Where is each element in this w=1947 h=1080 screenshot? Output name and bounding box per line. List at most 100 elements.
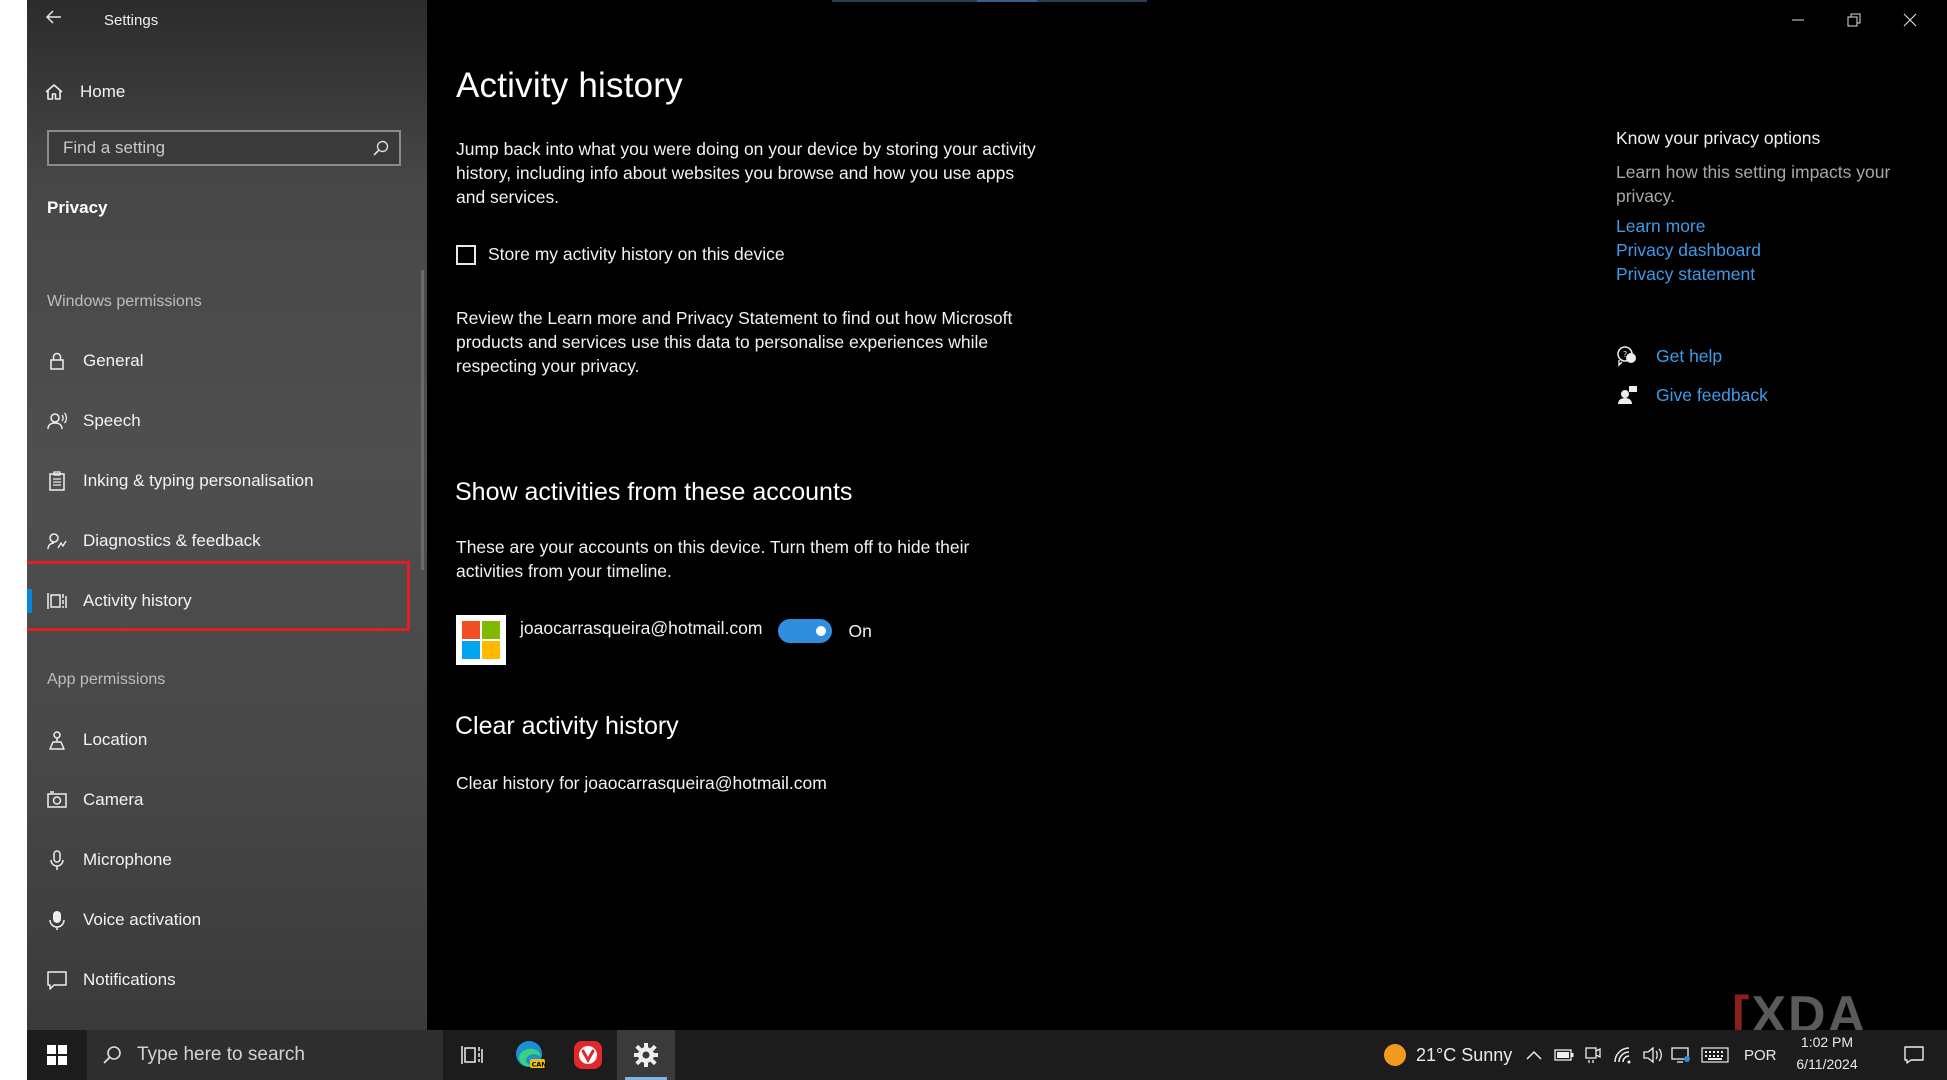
settings-window: Settings Home Privacy Windows permission…	[27, 0, 1947, 1080]
action-center-icon[interactable]	[1903, 1044, 1925, 1066]
close-icon	[1903, 13, 1917, 27]
section-title-privacy: Privacy	[47, 198, 108, 217]
sidebar-item-label: Microphone	[83, 850, 172, 869]
learn-more-link[interactable]: Learn more	[1616, 216, 1706, 237]
sidebar-item-label: Notifications	[83, 970, 176, 989]
restore-button[interactable]	[1834, 6, 1874, 34]
get-help-link[interactable]: ? Get help	[1616, 345, 1722, 367]
clock-date[interactable]: 6/11/2024	[1787, 1056, 1867, 1072]
minimize-icon	[1792, 19, 1804, 21]
input-language-indicator[interactable]: POR	[1744, 1030, 1777, 1080]
home-label: Home	[80, 82, 126, 101]
sidebar-item-label: Speech	[83, 411, 141, 430]
location-icon	[46, 729, 68, 751]
keyboard-icon[interactable]	[1700, 1044, 1730, 1066]
store-activity-checkbox[interactable]	[456, 244, 476, 265]
title-accent-right	[1037, 0, 1147, 2]
sidebar-item-notifications[interactable]: Notifications	[27, 956, 427, 1004]
vivaldi-browser-icon	[574, 1041, 602, 1069]
task-view-button[interactable]	[443, 1030, 501, 1080]
give-feedback-label: Give feedback	[1656, 384, 1768, 405]
sidebar: Settings Home Privacy Windows permission…	[27, 0, 427, 1030]
search-icon[interactable]	[371, 138, 391, 158]
chevron-up-icon[interactable]	[1523, 1044, 1545, 1066]
sidebar-item-label: Diagnostics & feedback	[83, 531, 261, 550]
sidebar-item-label: Location	[83, 730, 148, 749]
sidebar-item-inking-typing[interactable]: Inking & typing personalisation	[27, 457, 427, 505]
settings-taskbar-button[interactable]	[617, 1030, 675, 1080]
sidebar-item-label: Camera	[83, 790, 144, 809]
close-button[interactable]	[1890, 6, 1930, 34]
weather-text[interactable]: 21°C Sunny	[1416, 1030, 1512, 1080]
volume-icon[interactable]	[1641, 1044, 1663, 1066]
feedback-icon	[1616, 384, 1638, 406]
account-email: joaocarrasqueira@hotmail.com	[520, 618, 763, 638]
review-text: Review the Learn more and Privacy Statem…	[456, 308, 1013, 376]
find-setting-search[interactable]	[47, 130, 401, 166]
clock-time[interactable]: 1:02 PM	[1787, 1034, 1867, 1050]
display-icon[interactable]	[1670, 1044, 1692, 1066]
clear-history-heading: Clear activity history	[455, 712, 679, 740]
taskbar-search[interactable]	[87, 1030, 443, 1080]
edge-browser-icon: CAN	[516, 1041, 547, 1069]
intro-text: Jump back into what you were doing on yo…	[456, 139, 1036, 207]
windows-permissions-heading: Windows permissions	[47, 293, 202, 310]
clear-history-text: Clear history for joaocarrasqueira@hotma…	[456, 773, 827, 793]
sidebar-item-label: Inking & typing personalisation	[83, 471, 314, 490]
give-feedback-link[interactable]: Give feedback	[1616, 384, 1768, 406]
app-permissions-heading: App permissions	[47, 671, 166, 688]
toggle-state-label: On	[848, 621, 872, 641]
search-input[interactable]	[49, 132, 387, 164]
sidebar-item-label: Voice activation	[83, 910, 202, 929]
notifications-icon	[46, 969, 68, 991]
windows-logo-icon	[47, 1045, 67, 1065]
sidebar-item-voice-activation[interactable]: Voice activation	[27, 896, 427, 944]
store-activity-checkbox-row[interactable]: Store my activity history on this device	[456, 244, 785, 265]
svg-text:CAN: CAN	[532, 1061, 547, 1069]
voice-activation-icon	[46, 909, 68, 931]
account-activity-toggle[interactable]	[778, 619, 833, 643]
task-view-icon	[461, 1046, 483, 1064]
get-help-label: Get help	[1656, 345, 1723, 366]
title-accent-mid	[977, 0, 1037, 2]
sidebar-item-speech[interactable]: Speech	[27, 397, 427, 445]
edge-taskbar-button[interactable]: CAN	[501, 1030, 559, 1080]
sidebar-item-microphone[interactable]: Microphone	[27, 836, 427, 884]
microsoft-logo-icon	[456, 615, 506, 665]
microphone-icon	[46, 849, 68, 871]
taskbar-search-icon	[101, 1044, 123, 1066]
gear-icon	[634, 1043, 658, 1067]
vivaldi-taskbar-button[interactable]	[559, 1030, 617, 1080]
highlight-annotation-box	[27, 561, 410, 631]
sidebar-item-camera[interactable]: Camera	[27, 776, 427, 824]
sidebar-item-label: General	[83, 351, 144, 370]
sidebar-item-location[interactable]: Location	[27, 716, 427, 764]
account-row: joaocarrasqueira@hotmail.com On	[456, 615, 872, 665]
accounts-heading: Show activities from these accounts	[455, 478, 853, 506]
sidebar-item-home[interactable]: Home	[43, 78, 125, 106]
privacy-statement-link[interactable]: Privacy statement	[1616, 264, 1755, 285]
restore-icon	[1847, 13, 1861, 27]
taskbar: CAN 21°C Sunny	[27, 1030, 1947, 1080]
get-help-icon: ?	[1616, 345, 1638, 367]
start-button[interactable]	[27, 1030, 87, 1080]
battery-icon[interactable]	[1553, 1044, 1575, 1066]
sidebar-item-diagnostics-feedback[interactable]: Diagnostics & feedback	[27, 517, 427, 565]
page-title: Activity history	[456, 66, 683, 105]
sidebar-item-general[interactable]: General	[27, 337, 427, 385]
privacy-options-text: Learn how this setting impacts your priv…	[1616, 162, 1891, 206]
home-icon	[43, 81, 65, 103]
minimize-button[interactable]	[1778, 6, 1818, 34]
privacy-dashboard-link[interactable]: Privacy dashboard	[1616, 240, 1761, 261]
accounts-text: These are your accounts on this device. …	[456, 537, 970, 581]
weather-sun-icon[interactable]	[1383, 1043, 1407, 1067]
privacy-options-heading: Know your privacy options	[1616, 128, 1821, 148]
window-title: Settings	[104, 12, 159, 29]
back-arrow-icon[interactable]	[45, 8, 73, 32]
wifi-icon[interactable]	[1612, 1044, 1634, 1066]
meet-now-icon[interactable]	[1582, 1044, 1604, 1066]
taskbar-search-input[interactable]	[135, 1043, 419, 1067]
diagnostics-icon	[46, 530, 68, 552]
store-activity-label: Store my activity history on this device	[488, 244, 785, 264]
camera-icon	[46, 789, 68, 811]
